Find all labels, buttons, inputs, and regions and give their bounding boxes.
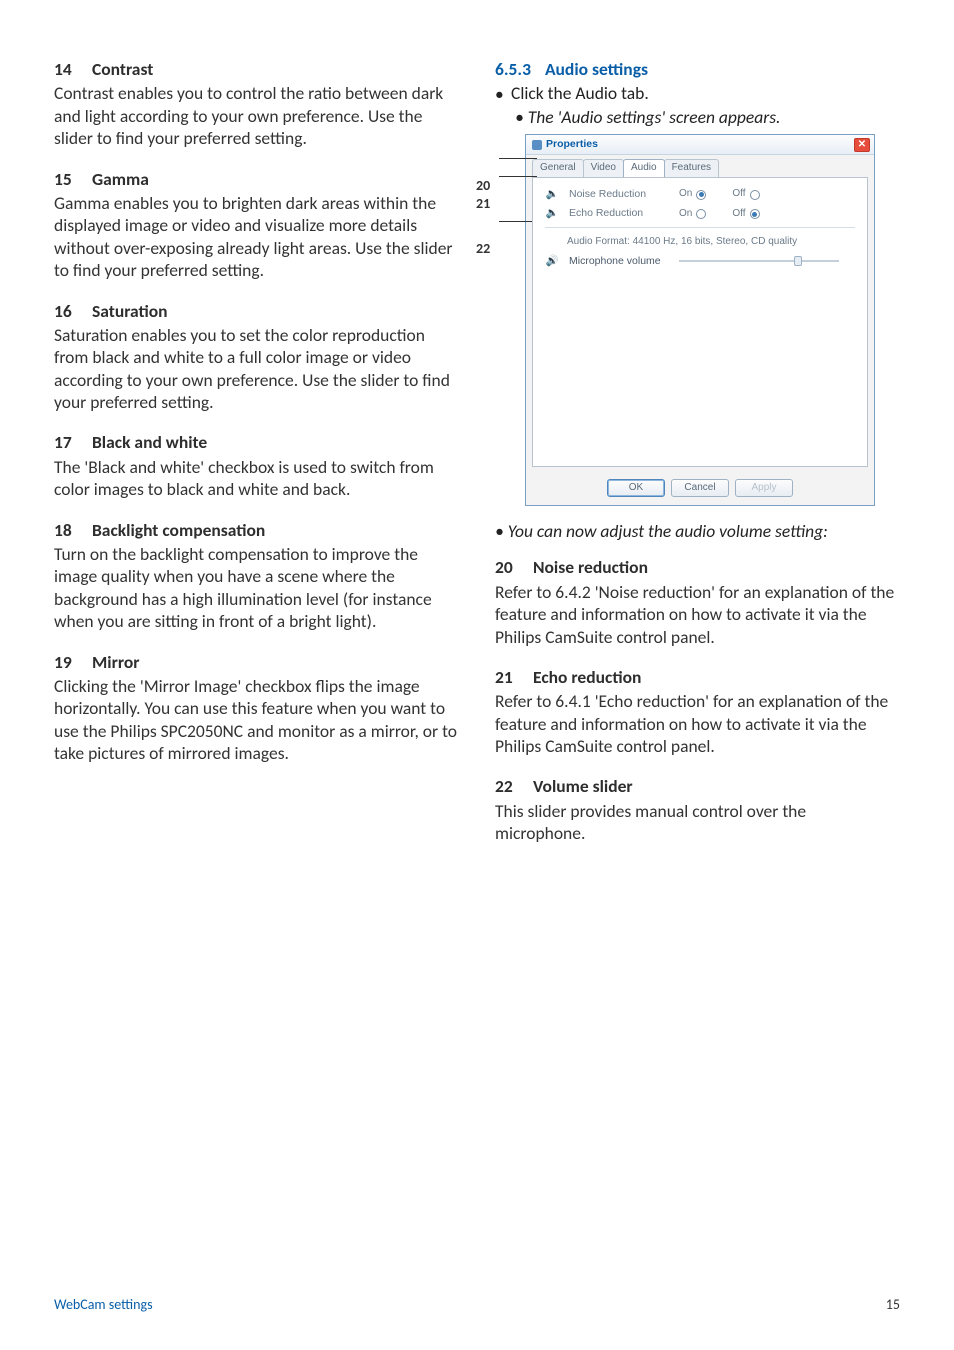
ok-button[interactable]: OK xyxy=(607,479,665,497)
heading-number: 19 xyxy=(54,651,78,673)
heading-backlight-compensation: 18 Backlight compensation xyxy=(54,519,459,541)
microphone-volume-slider[interactable] xyxy=(679,260,839,262)
separator xyxy=(545,227,855,228)
heading-contrast: 14 Contrast xyxy=(54,58,459,80)
window-icon xyxy=(532,140,542,150)
body-volume-slider: This slider provides manual control over… xyxy=(495,800,900,845)
radio-icon xyxy=(696,190,706,200)
body-contrast: Contrast enables you to control the rati… xyxy=(54,82,459,149)
heading-number: 15 xyxy=(54,168,78,190)
subsection-number: 6.5.3 xyxy=(495,58,531,80)
subsection-title: Audio settings xyxy=(545,58,648,80)
dialog-tabs: General Video Audio Features xyxy=(526,155,874,177)
heading-title: Echo reduction xyxy=(533,666,641,688)
noise-reduction-row: 🔈 Noise Reduction On Off xyxy=(545,188,855,201)
heading-title: Saturation xyxy=(92,300,168,322)
radio-icon xyxy=(696,209,706,219)
callout-21: 21 xyxy=(476,197,490,211)
subsection-heading-audio-settings: 6.5.3 Audio settings xyxy=(495,58,900,80)
echo-reduction-on-option[interactable]: On xyxy=(679,208,706,221)
echo-reduction-off-option[interactable]: Off xyxy=(732,208,759,221)
speaker-icon: 🔈 xyxy=(545,188,559,201)
tab-features[interactable]: Features xyxy=(664,159,719,177)
body-gamma: Gamma enables you to brighten dark areas… xyxy=(54,192,459,282)
heading-number: 16 xyxy=(54,300,78,322)
step-click-audio-tab: • Click the Audio tab. xyxy=(495,82,900,105)
heading-title: Mirror xyxy=(92,651,139,673)
footer-section-label: WebCam settings xyxy=(54,1296,153,1314)
tab-audio[interactable]: Audio xyxy=(623,159,665,177)
body-saturation: Saturation enables you to set the color … xyxy=(54,324,459,414)
echo-reduction-row: 🔈 Echo Reduction On Off xyxy=(545,207,855,220)
body-backlight-compensation: Turn on the backlight compensation to im… xyxy=(54,543,459,633)
microphone-volume-row: 🔊 Microphone volume xyxy=(545,255,855,268)
radio-icon xyxy=(750,190,760,200)
noise-reduction-on-option[interactable]: On xyxy=(679,188,706,201)
step-text: Click the Audio tab. xyxy=(511,82,649,105)
heading-title: Contrast xyxy=(92,58,153,80)
noise-reduction-label: Noise Reduction xyxy=(569,188,669,201)
body-mirror: Clicking the 'Mirror Image' checkbox fli… xyxy=(54,675,459,765)
step-result-audio-screen: • The 'Audio settings' screen appears. xyxy=(495,106,900,128)
heading-title: Black and white xyxy=(92,431,207,453)
heading-volume-slider: 22 Volume slider xyxy=(495,775,900,797)
heading-number: 17 xyxy=(54,431,78,453)
close-button[interactable]: ✕ xyxy=(854,138,870,152)
heading-title: Volume slider xyxy=(533,775,633,797)
dialog-title: Properties xyxy=(532,138,598,151)
bullet-icon: • xyxy=(495,82,501,105)
body-echo-reduction: Refer to 6.4.1 'Echo reduction' for an e… xyxy=(495,690,900,757)
body-noise-reduction: Refer to 6.4.2 'Noise reduction' for an … xyxy=(495,581,900,648)
audio-tab-panel: 🔈 Noise Reduction On Off 🔈 Echo Reductio… xyxy=(532,177,868,467)
speaker-icon: 🔈 xyxy=(545,207,559,220)
properties-dialog: Properties ✕ General Video Audio Feature… xyxy=(525,134,875,506)
volume-icon: 🔊 xyxy=(545,255,559,268)
body-black-and-white: The 'Black and white' checkbox is used t… xyxy=(54,456,459,501)
heading-number: 18 xyxy=(54,519,78,541)
heading-noise-reduction: 20 Noise reduction xyxy=(495,556,900,578)
microphone-volume-label: Microphone volume xyxy=(569,255,669,268)
callout-20: 20 xyxy=(476,179,490,193)
heading-saturation: 16 Saturation xyxy=(54,300,459,322)
heading-title: Gamma xyxy=(92,168,149,190)
echo-reduction-label: Echo Reduction xyxy=(569,207,669,220)
callout-22: 22 xyxy=(476,242,490,256)
heading-echo-reduction: 21 Echo reduction xyxy=(495,666,900,688)
dialog-titlebar[interactable]: Properties ✕ xyxy=(526,135,874,155)
heading-black-and-white: 17 Black and white xyxy=(54,431,459,453)
slider-thumb[interactable] xyxy=(794,256,802,266)
tab-video[interactable]: Video xyxy=(583,159,624,177)
properties-dialog-figure: Properties ✕ General Video Audio Feature… xyxy=(525,134,875,506)
heading-gamma: 15 Gamma xyxy=(54,168,459,190)
noise-reduction-off-option[interactable]: Off xyxy=(732,188,759,201)
heading-title: Backlight compensation xyxy=(92,519,265,541)
leader-line xyxy=(499,158,537,159)
heading-number: 20 xyxy=(495,556,519,578)
dialog-button-row: OK Cancel Apply xyxy=(526,473,874,505)
page-footer: WebCam settings 15 xyxy=(54,1296,900,1314)
tab-general[interactable]: General xyxy=(532,159,584,177)
cancel-button[interactable]: Cancel xyxy=(671,479,729,497)
footer-page-number: 15 xyxy=(886,1296,900,1314)
heading-number: 21 xyxy=(495,666,519,688)
heading-number: 14 xyxy=(54,58,78,80)
apply-button[interactable]: Apply xyxy=(735,479,793,497)
audio-format-text: Audio Format: 44100 Hz, 16 bits, Stereo,… xyxy=(567,236,855,249)
result-adjust-audio-volume: • You can now adjust the audio volume se… xyxy=(495,520,900,542)
radio-icon xyxy=(750,209,760,219)
heading-title: Noise reduction xyxy=(533,556,648,578)
heading-number: 22 xyxy=(495,775,519,797)
heading-mirror: 19 Mirror xyxy=(54,651,459,673)
